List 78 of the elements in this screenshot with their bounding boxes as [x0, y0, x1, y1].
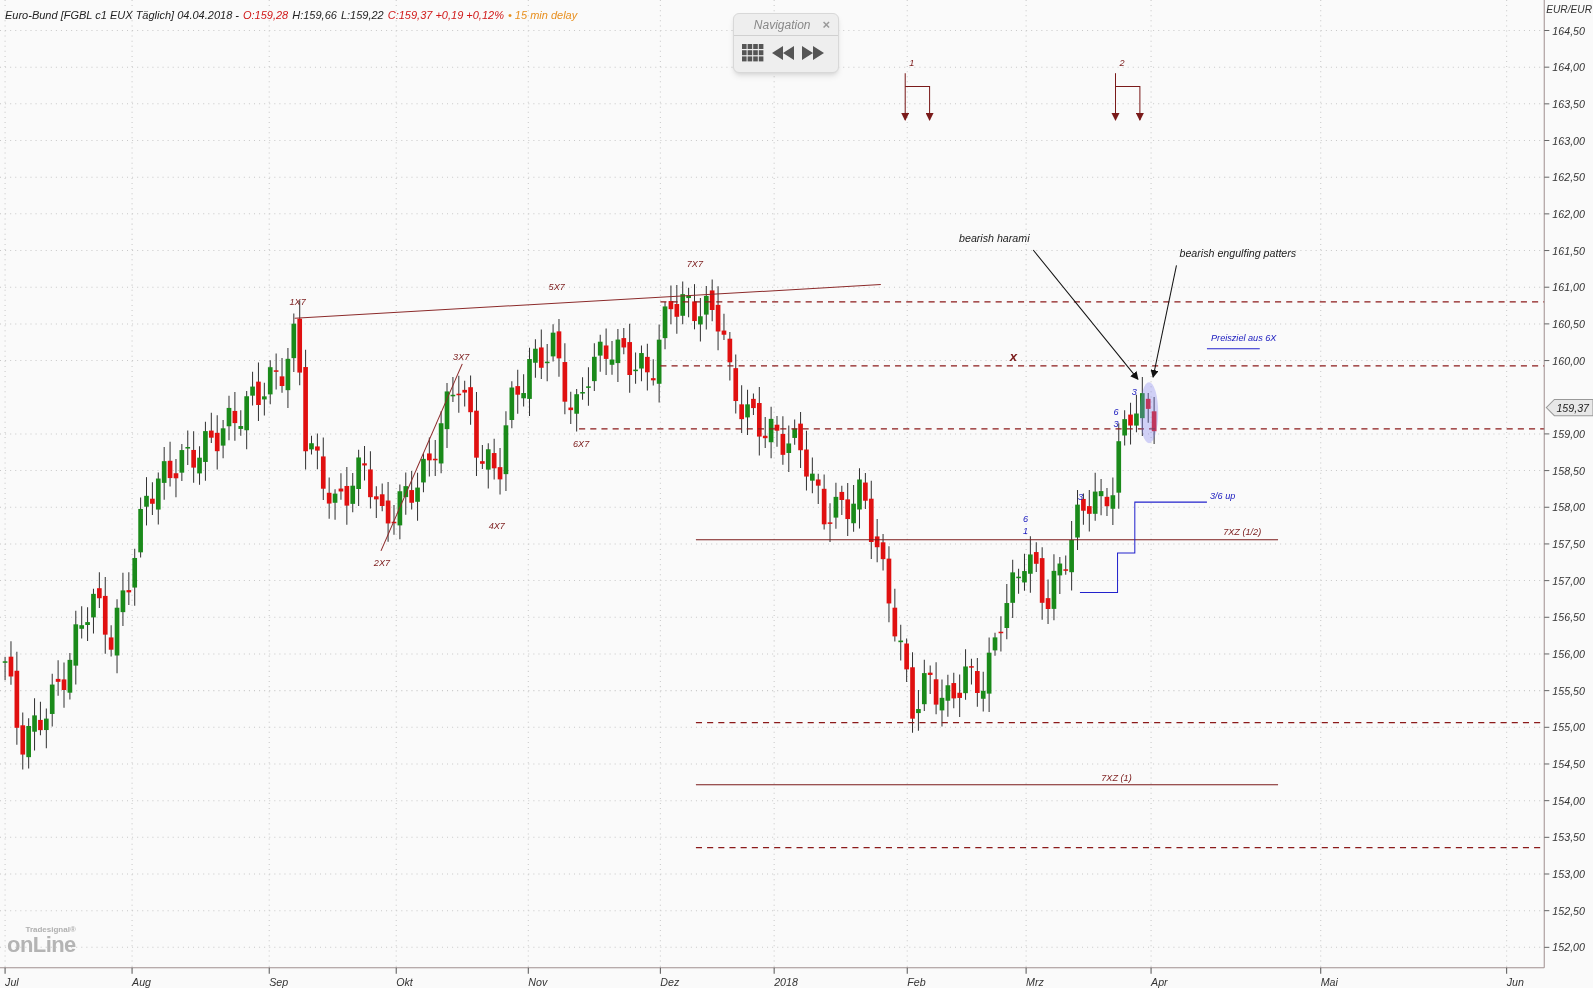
- axis-label: Feb: [907, 975, 926, 988]
- axis-unit: EUR/EUR: [1546, 4, 1592, 16]
- chart-annotation: 3: [1131, 387, 1137, 398]
- chart-annotation: bearish harami: [959, 231, 1030, 244]
- axis-label: Sep: [269, 975, 289, 988]
- chart-annotation: x: [1009, 348, 1018, 364]
- axis-label: 156,50: [1552, 611, 1585, 624]
- axis-label: 152,00: [1552, 941, 1585, 954]
- axis-label: 160,00: [1552, 354, 1585, 367]
- axis-label: Aug: [132, 975, 152, 988]
- axis-label: Mrz: [1026, 975, 1044, 988]
- axis-label: 162,00: [1552, 207, 1585, 220]
- delay-note: • 15 min delay: [507, 8, 578, 23]
- chart-annotation: 7XZ (1/2): [1223, 526, 1262, 537]
- chart-annotation: 6: [1023, 514, 1029, 525]
- rewind-icon[interactable]: [772, 46, 794, 60]
- axis-label: 164,50: [1552, 24, 1585, 37]
- axis-label: 157,00: [1552, 574, 1585, 587]
- logo-wordmark: onLine: [7, 934, 76, 956]
- axis-label: 155,00: [1552, 721, 1585, 734]
- axis-label: 158,00: [1552, 501, 1585, 514]
- low-price: L:159,22: [340, 8, 384, 23]
- axis-label: Okt: [396, 975, 413, 988]
- axis-label: Apr: [1151, 975, 1168, 988]
- axis-label: 152,50: [1552, 904, 1585, 917]
- axis-label: 162,50: [1552, 171, 1585, 184]
- chart-annotation: 3: [1077, 492, 1083, 503]
- chart-annotation: 7X7: [686, 259, 703, 270]
- axis-label: 154,00: [1552, 794, 1585, 807]
- axis-label: 2018: [774, 975, 798, 988]
- axis-label: 161,00: [1552, 281, 1585, 294]
- instrument-title: Euro-Bund [FGBL c1 EUX Täglich] 04.04.2018 -: [5, 8, 239, 23]
- axis-label: 158,50: [1552, 464, 1585, 477]
- axis-label: Jun: [1506, 975, 1524, 988]
- axis-label: 163,00: [1552, 134, 1585, 147]
- chart-annotation: 7XZ (1): [1101, 772, 1132, 783]
- highlight-ellipse: [1139, 382, 1159, 444]
- signal-arrows-drawing: [1111, 72, 1144, 121]
- chart-annotation: 1: [909, 58, 915, 69]
- chart-annotation: 6X7: [573, 439, 590, 450]
- axis-label: 161,50: [1552, 244, 1585, 257]
- chart-annotation: 1X7: [289, 296, 306, 307]
- chart-annotation: 5X7: [548, 281, 565, 292]
- chart-annotation: 3X7: [453, 351, 470, 362]
- axis-label: 159,00: [1552, 427, 1585, 440]
- close-button[interactable]: ×: [822, 18, 830, 31]
- axis-label: 160,50: [1552, 317, 1585, 330]
- chart-annotation: 3/6 up: [1210, 491, 1236, 502]
- axis-label: 157,50: [1552, 538, 1585, 550]
- axis-label: 154,50: [1552, 758, 1585, 771]
- signal-arrows-drawing: [901, 72, 934, 121]
- axis-label: Mai: [1320, 975, 1338, 988]
- open-price: O:159,28: [243, 8, 289, 23]
- axis-label: 164,00: [1552, 61, 1585, 74]
- axis-label: 155,50: [1552, 684, 1585, 697]
- axis-label: Nov: [528, 975, 548, 988]
- high-price: H:159,66: [292, 8, 337, 23]
- chart-annotation: 2X7: [373, 558, 391, 569]
- grid-icon[interactable]: [742, 44, 764, 62]
- axis-label: Dez: [660, 975, 680, 988]
- axis-label: 153,50: [1552, 831, 1585, 844]
- chart-annotation: 1: [1023, 525, 1029, 536]
- chart-annotation: 4X7: [488, 520, 505, 531]
- axis-label: 153,00: [1552, 868, 1585, 881]
- chart-annotation: 6: [1113, 406, 1119, 417]
- logo-subtitle: Tradesignal®: [25, 926, 76, 934]
- fast-forward-icon[interactable]: [802, 46, 824, 60]
- panel-title: Navigation: [752, 16, 812, 34]
- axis-label: 156,00: [1552, 648, 1585, 660]
- axis-label: Jul: [5, 975, 19, 988]
- target-line: [1206, 348, 1261, 350]
- chart-annotation: 2: [1119, 58, 1125, 69]
- chart-annotation: bearish engulfing patters: [1179, 247, 1297, 260]
- chart-annotation: Preisziel aus 6X: [1211, 332, 1277, 343]
- close-price: C:159,37 +0,19 +0,12%: [387, 8, 504, 23]
- chart-annotation: 3: [1113, 418, 1119, 429]
- price-marker-label: 159,37: [1556, 401, 1589, 414]
- axis-label: 163,50: [1552, 97, 1585, 110]
